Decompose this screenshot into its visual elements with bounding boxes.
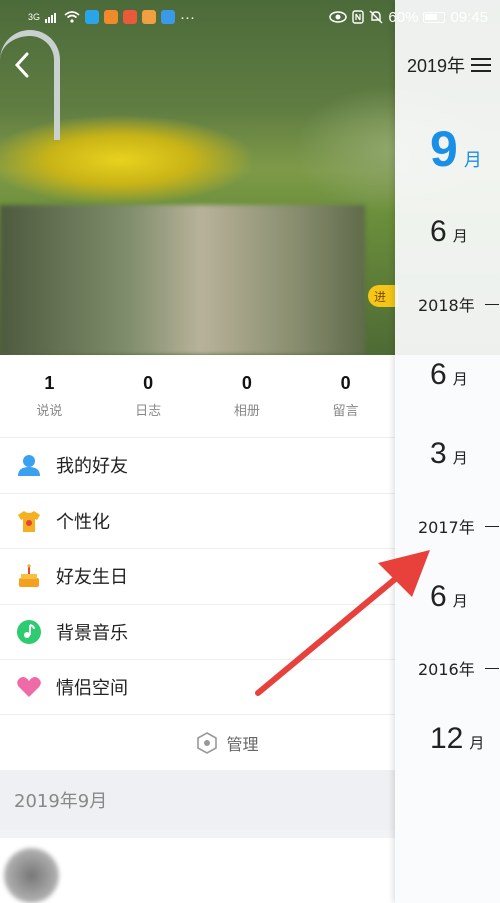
menu-item-personalize[interactable]: 个性化 [0,492,395,549]
stat-rizhi[interactable]: 0 日志 [99,355,198,437]
timeline-top-year[interactable]: 2019年 [407,52,465,78]
cake-icon [16,563,42,589]
timeline-tick [484,525,499,527]
signal-icon [45,13,57,23]
more-notifications: ··· [180,8,196,26]
cover-arch-decoration [0,30,60,140]
nfc-icon [352,10,365,24]
app-notification-icon [123,10,138,24]
heart-icon [16,674,42,700]
status-bar: 3G ··· 60% 09:45 [0,0,500,34]
enter-badge[interactable]: 进 [368,285,398,307]
feed-date-header: 2019年9月 [0,770,395,830]
timeline-header: 2019年 [407,52,492,78]
stat-liuyan[interactable]: 0 留言 [296,355,395,437]
manage-button[interactable]: 管理 [0,714,395,770]
app-notification-icon [142,10,157,24]
stats-row: 1 说说 0 日志 0 相册 0 留言 [0,355,395,437]
menu-item-friends[interactable]: 我的好友 [0,437,395,493]
timeline-month[interactable]: 12 月 [430,722,484,756]
timeline-year[interactable]: 2017年 [418,514,499,538]
signal-label: 3G [28,12,41,22]
stat-shuoshuo[interactable]: 1 说说 [0,355,99,437]
feed-post-preview[interactable] [0,838,395,903]
search-app-icon [85,10,100,24]
battery-icon [423,11,446,23]
hexagon-settings-icon [197,731,218,754]
app-notification-icon [104,10,119,24]
blurred-profile-area [0,205,365,355]
music-icon [16,619,42,645]
timeline-year[interactable]: 2018年 [418,292,499,316]
avatar [4,848,59,903]
timeline-tick [484,667,499,669]
battery-percent: 60% [388,8,419,26]
timeline-month[interactable]: 6 月 [430,215,468,249]
timeline-month[interactable]: 3 月 [430,437,468,471]
back-button[interactable] [10,50,34,80]
timeline-tick [484,303,499,305]
timeline-sidebar: 2019年 9 月 6 月 2018年 6 月 3 月 2017年 6 月 20… [395,0,500,903]
annotation-arrow [255,550,430,696]
stat-xiangce[interactable]: 0 相册 [198,355,297,437]
eye-icon [329,11,348,23]
timeline-active-month[interactable]: 9 月 [430,120,482,178]
friends-icon [16,452,42,478]
mute-icon [369,10,383,24]
clock: 09:45 [450,8,488,26]
tshirt-icon [16,508,42,534]
menu-icon[interactable] [471,57,492,73]
chevron-left-icon [14,52,29,78]
timeline-month[interactable]: 6 月 [430,358,468,392]
wifi-icon [64,11,80,23]
cloud-app-icon [161,10,176,24]
